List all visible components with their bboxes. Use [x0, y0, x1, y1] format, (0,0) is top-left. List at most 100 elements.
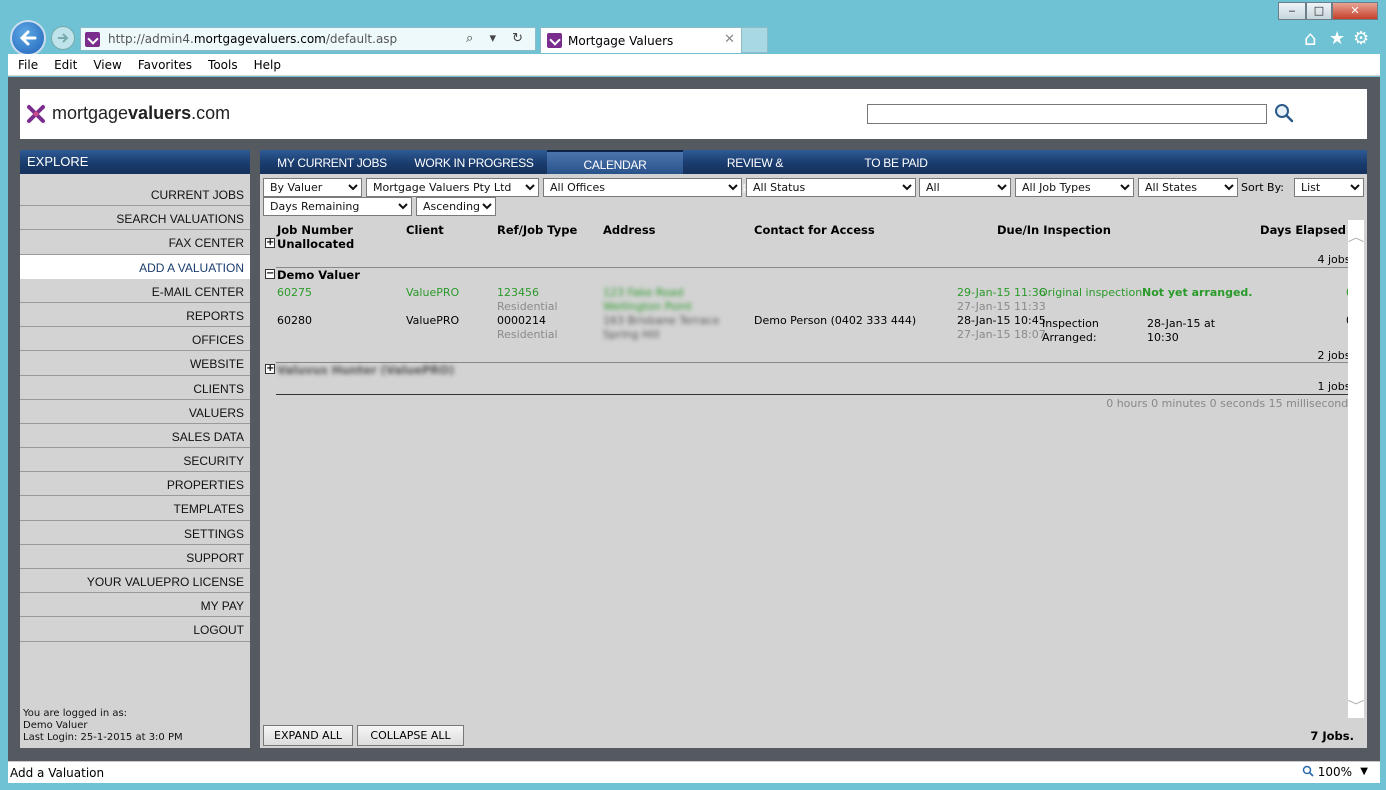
menu-view[interactable]: View: [85, 58, 129, 72]
back-arrow-icon: [19, 30, 37, 46]
sidebar-item-templates[interactable]: TEMPLATES: [20, 496, 250, 521]
sidebar-item-properties[interactable]: PROPERTIES: [20, 472, 250, 497]
sidebar-item-logout[interactable]: LOGOUT: [20, 617, 250, 642]
tab-close-icon[interactable]: ✕: [724, 32, 735, 47]
browser-tab[interactable]: Mortgage Valuers ✕: [540, 27, 742, 53]
col-ref-job-type[interactable]: Ref/Job Type: [497, 223, 577, 237]
site-logo-text[interactable]: mortgagevaluers.com: [52, 103, 230, 124]
sidebar-item-clients[interactable]: CLIENTS: [20, 376, 250, 400]
group-other-valuer[interactable]: Valuvus Hunter (ValuePRO): [277, 363, 454, 377]
menu-help[interactable]: Help: [246, 58, 289, 72]
address-search-refresh-icons[interactable]: ⌕ ▾ ↻: [466, 31, 529, 46]
group-demo-valuer[interactable]: Demo Valuer: [277, 268, 360, 282]
menu-tools[interactable]: Tools: [200, 58, 246, 72]
main-panel: MY CURRENT JOBS WORK IN PROGRESS CALENDA…: [260, 150, 1367, 748]
sidebar-item-offices[interactable]: OFFICES: [20, 327, 250, 352]
address-bar[interactable]: http://admin4.mortgagevaluers.com/defaul…: [80, 27, 536, 51]
filter-states-select[interactable]: All States: [1138, 178, 1238, 197]
sidebar-item-fax-center[interactable]: FAX CENTER: [20, 230, 250, 255]
col-contact[interactable]: Contact for Access: [754, 223, 875, 237]
window-minimize-button[interactable]: ‒: [1278, 2, 1306, 20]
vertical-scrollbar[interactable]: ︿ ﹀: [1348, 220, 1364, 718]
tab-my-current-jobs[interactable]: MY CURRENT JOBS: [272, 150, 392, 174]
menu-favorites[interactable]: Favorites: [130, 58, 200, 72]
sidebar-item-current-jobs[interactable]: CURRENT JOBS: [20, 182, 250, 207]
sidebar-item-support[interactable]: SUPPORT: [20, 545, 250, 569]
sidebar-item-add-a-valuation[interactable]: ADD A VALUATION: [20, 254, 250, 279]
sort-by-label: Sort By:: [1241, 181, 1285, 194]
filter-offices-select[interactable]: All Offices: [543, 178, 742, 197]
tab-review-approve[interactable]: REVIEW & APPROVE: [700, 150, 810, 196]
col-due-inspection[interactable]: Due/In Inspection: [997, 223, 1111, 237]
job-contact: Demo Person (0402 333 444): [754, 314, 917, 327]
site-search-input[interactable]: [867, 104, 1267, 124]
zoom-dropdown-icon[interactable]: ▼: [1360, 766, 1368, 777]
filter-all-select[interactable]: All: [919, 178, 1011, 197]
sidebar-item-sales-data[interactable]: SALES DATA: [20, 424, 250, 449]
col-job-number[interactable]: Job Number: [277, 223, 353, 237]
sidebar-item-settings[interactable]: SETTINGS: [20, 521, 250, 545]
collapse-all-button[interactable]: COLLAPSE ALL: [357, 725, 464, 746]
url-suffix: /default.asp: [325, 32, 398, 46]
job-due: 29-Jan-15 11:36: [957, 286, 1046, 299]
sidebar-item-email-center[interactable]: E-MAIL CENTER: [20, 279, 250, 303]
sidebar-item-valuers[interactable]: VALUERS: [20, 400, 250, 424]
sidebar-item-security[interactable]: SECURITY: [20, 448, 250, 473]
scroll-up-icon[interactable]: ︿: [1348, 228, 1365, 245]
filter-valuer-select[interactable]: By Valuer: [263, 178, 362, 197]
zoom-value: 100%: [1317, 765, 1352, 779]
menu-file[interactable]: File: [10, 58, 46, 72]
order-direction-select[interactable]: Ascending: [416, 197, 496, 216]
search-icon[interactable]: [1274, 103, 1294, 123]
home-icon[interactable]: ⌂: [1304, 26, 1317, 50]
menu-bar: File Edit View Favorites Tools Help: [8, 54, 1380, 76]
sidebar-item-license[interactable]: YOUR VALUEPRO LICENSE: [20, 569, 250, 594]
window-maximize-button[interactable]: □: [1306, 2, 1332, 20]
job-address-line2: Spring Hill: [603, 328, 660, 341]
job-in: 27-Jan-15 18:07: [957, 328, 1046, 341]
query-timing: 0 hours 0 minutes 0 seconds 15 milliseco…: [1106, 397, 1354, 410]
settings-gear-icon[interactable]: ⚙: [1353, 28, 1369, 49]
expand-unallocated-icon[interactable]: +: [265, 238, 275, 248]
address-url[interactable]: http://admin4.mortgagevaluers.com/defaul…: [108, 32, 397, 46]
login-last: Last Login: 25-1-2015 at 3:0 PM: [23, 732, 183, 743]
col-client[interactable]: Client: [406, 223, 444, 237]
col-days-elapsed[interactable]: Days Elapsed: [1260, 223, 1346, 237]
filter-company-select[interactable]: Mortgage Valuers Pty Ltd: [366, 178, 539, 197]
group-unallocated[interactable]: Unallocated: [277, 237, 354, 251]
new-tab-button[interactable]: [742, 27, 768, 53]
collapse-demo-valuer-icon[interactable]: −: [265, 269, 275, 279]
sidebar-nav: CURRENT JOBS SEARCH VALUATIONS FAX CENTE…: [20, 182, 250, 642]
filter-job-types-select[interactable]: All Job Types: [1015, 178, 1134, 197]
job-client: ValuePRO: [406, 286, 460, 299]
back-button[interactable]: [10, 20, 46, 56]
window-close-button[interactable]: ✕: [1332, 2, 1378, 20]
tab-calendar[interactable]: CALENDAR: [547, 150, 683, 174]
status-bar: Add a Valuation 100% ▼: [8, 761, 1380, 783]
col-address[interactable]: Address: [603, 223, 656, 237]
filter-status-select[interactable]: All Status: [746, 178, 916, 197]
job-number[interactable]: 60280: [277, 314, 312, 328]
sidebar-item-website[interactable]: WEBSITE: [20, 351, 250, 376]
tab-favicon-icon: [547, 33, 562, 48]
site-header: mortgagevaluers.com: [20, 89, 1367, 139]
job-number[interactable]: 60275: [277, 286, 312, 300]
order-field-select[interactable]: Days Remaining: [263, 197, 412, 216]
sidebar-item-reports[interactable]: REPORTS: [20, 303, 250, 328]
scroll-down-icon[interactable]: ﹀: [1348, 697, 1365, 714]
tab-work-in-progress[interactable]: WORK IN PROGRESS: [412, 150, 536, 174]
sidebar-item-my-pay[interactable]: MY PAY: [20, 593, 250, 618]
tab-to-be-paid[interactable]: TO BE PAID: [856, 150, 936, 174]
menu-edit[interactable]: Edit: [46, 58, 85, 72]
forward-arrow-icon: [58, 33, 69, 43]
sort-by-select[interactable]: List: [1294, 178, 1364, 197]
favorites-star-icon[interactable]: ★: [1329, 28, 1345, 49]
expand-all-button[interactable]: EXPAND ALL: [263, 725, 353, 746]
sidebar-item-search-valuations[interactable]: SEARCH VALUATIONS: [20, 206, 250, 231]
site-favicon-icon: [85, 31, 100, 47]
zoom-level[interactable]: 100%: [1302, 765, 1352, 779]
expand-other-valuer-icon[interactable]: +: [265, 364, 275, 374]
zoom-magnifier-icon: [1302, 765, 1314, 777]
forward-button[interactable]: [51, 26, 75, 50]
page-content: mortgagevaluers.com EXPLORE CURRENT JOBS…: [8, 77, 1380, 761]
